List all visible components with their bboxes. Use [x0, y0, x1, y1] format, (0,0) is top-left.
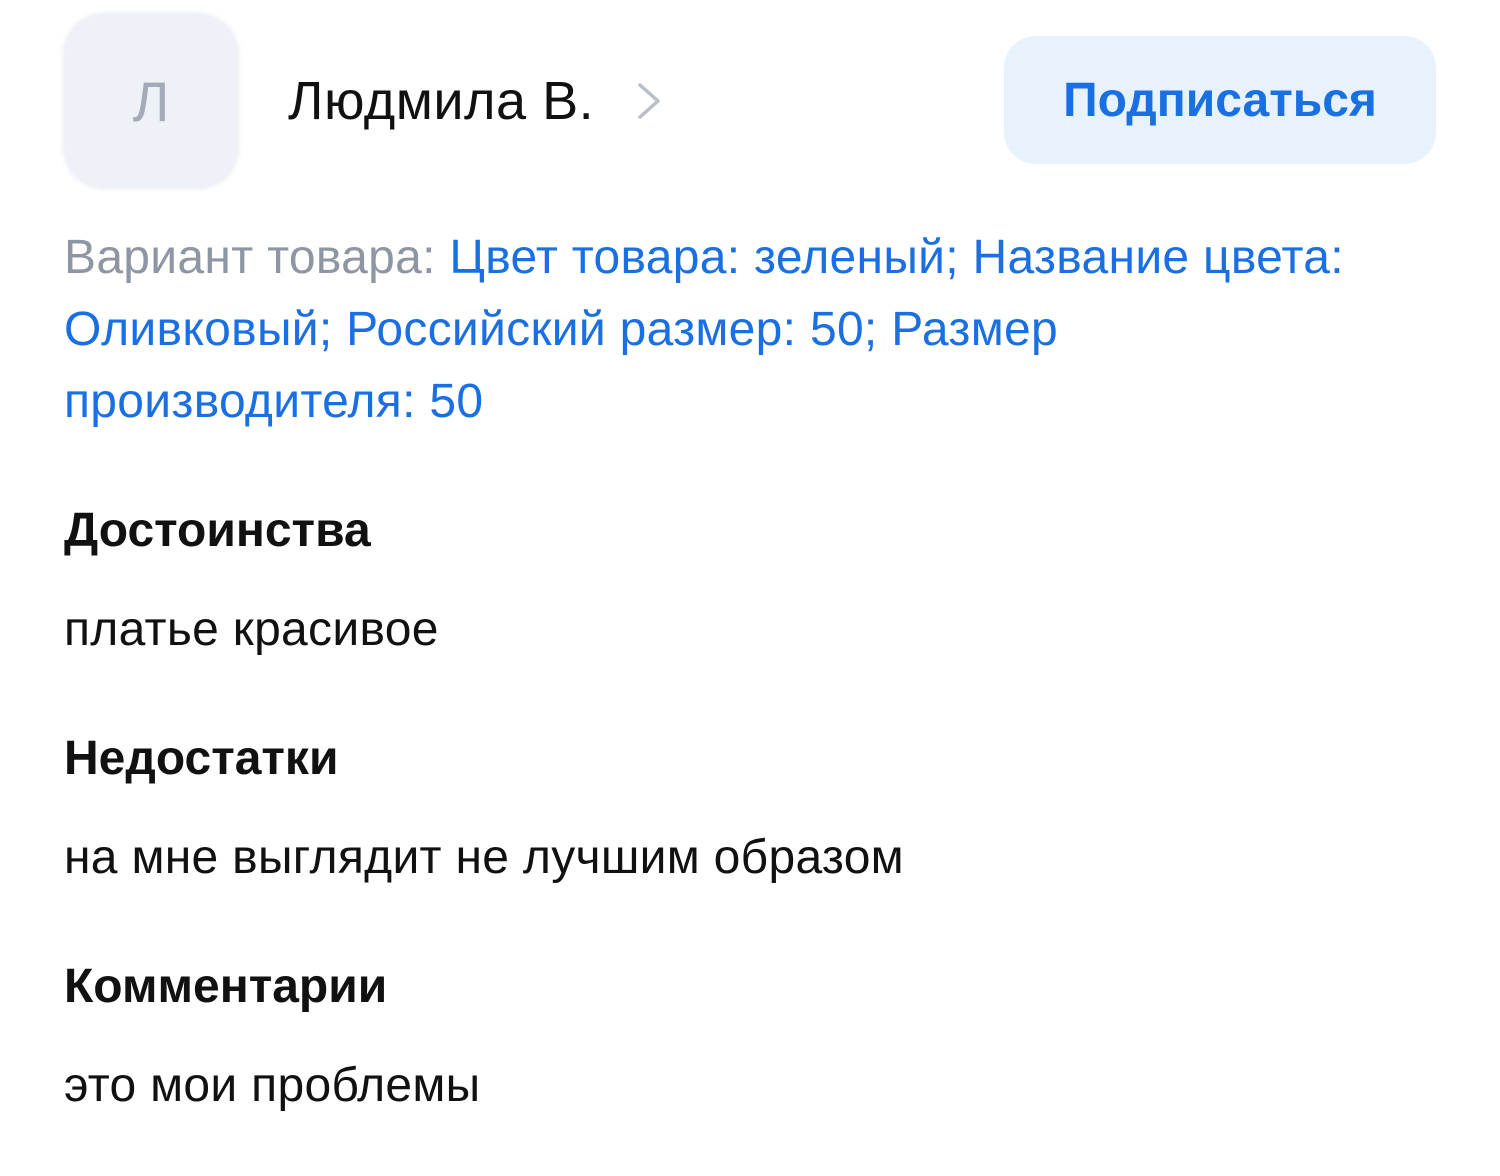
- review-card: Л Людмила В. Подписаться Вариант товара:…: [0, 0, 1500, 1176]
- author-name[interactable]: Людмила В.: [288, 70, 594, 132]
- cons-text: на мне выглядит не лучшим образом: [64, 831, 904, 884]
- subscribe-button[interactable]: Подписаться: [1004, 36, 1436, 164]
- product-variant: Вариант товара: Цвет товара: зеленый; На…: [64, 222, 1394, 438]
- avatar-initial: Л: [132, 69, 170, 133]
- author-link[interactable]: Людмила В.: [288, 64, 666, 138]
- comments-title: Комментарии: [64, 960, 388, 1013]
- avatar[interactable]: Л: [64, 14, 238, 188]
- pros-text: платье красивое: [64, 603, 439, 656]
- variant-label: Вариант товара:: [64, 231, 450, 284]
- review-header: Л Людмила В. Подписаться: [64, 14, 1436, 188]
- comments-text: это мои проблемы: [64, 1059, 481, 1112]
- chevron-right-icon: [636, 81, 666, 121]
- cons-title: Недостатки: [64, 732, 339, 785]
- pros-title: Достоинства: [64, 504, 371, 557]
